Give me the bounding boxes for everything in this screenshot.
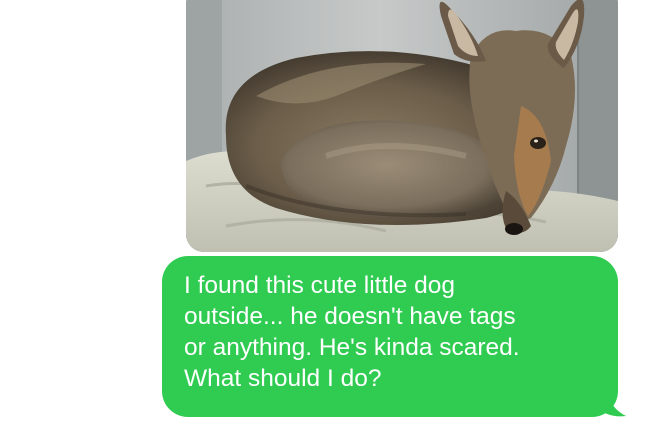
conversation-view: I found this cute little dog outside... …	[0, 0, 648, 430]
coyote-photo	[186, 0, 618, 252]
image-message-bubble[interactable]	[186, 0, 618, 252]
text-message-bubble[interactable]: I found this cute little dog outside... …	[162, 256, 618, 417]
message-text: I found this cute little dog outside... …	[184, 272, 520, 392]
bubble-tail	[596, 392, 626, 417]
